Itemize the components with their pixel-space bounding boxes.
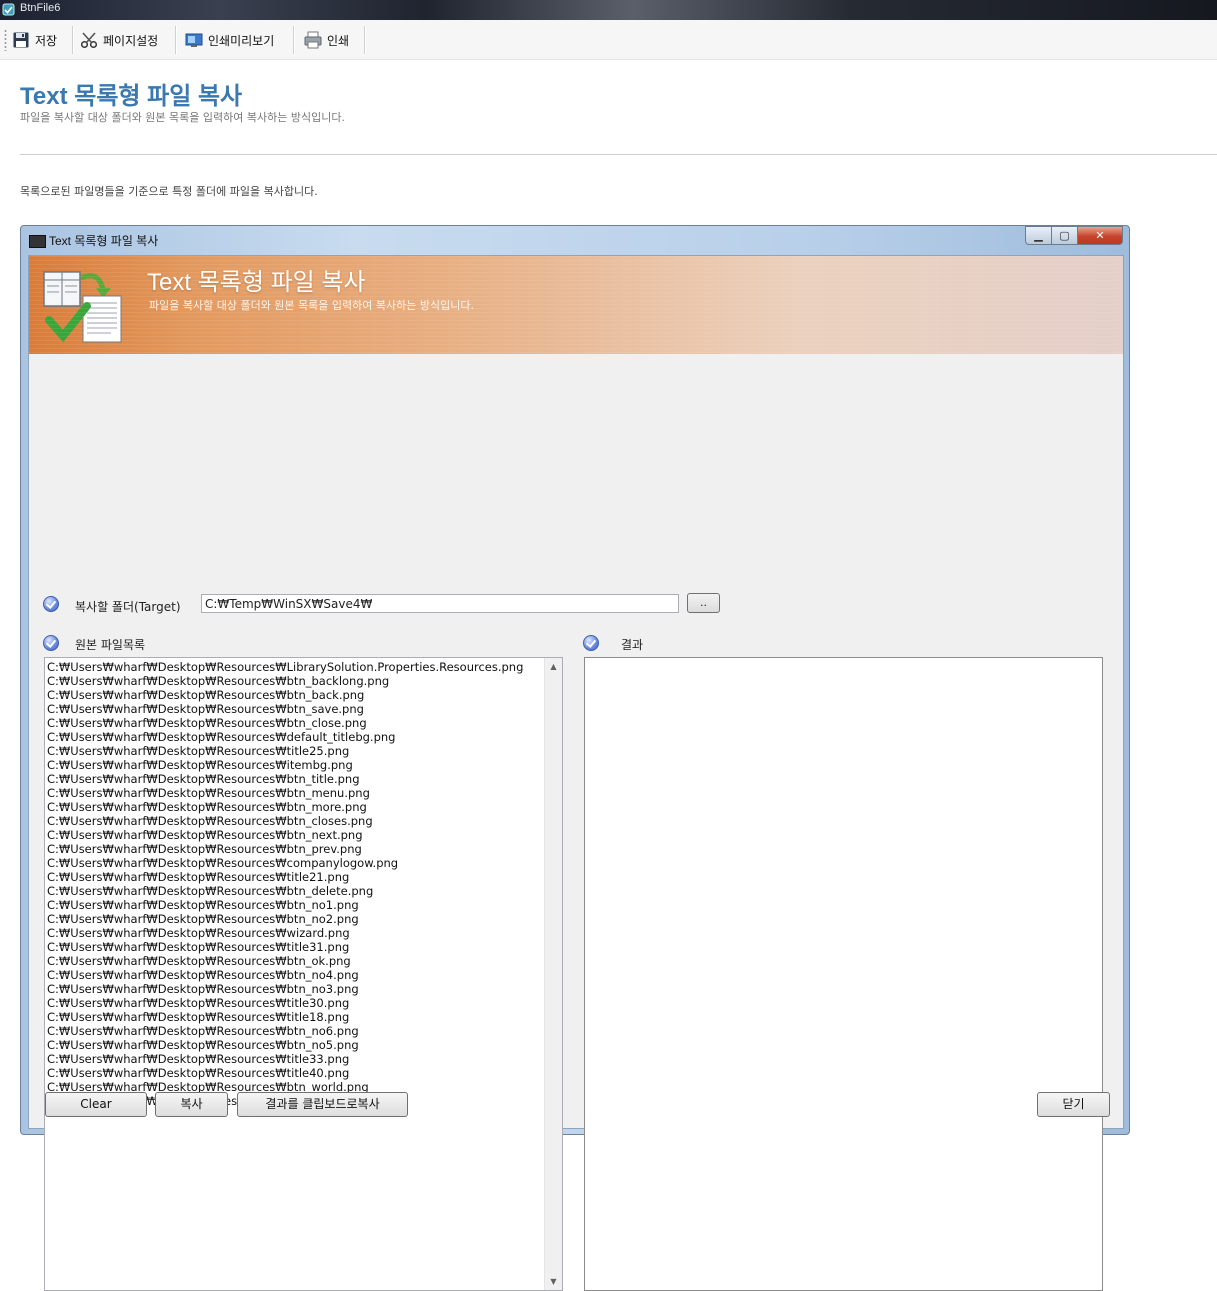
list-item[interactable]: C:₩Users₩wharf₩Desktop₩Resources₩btn_no6… (47, 1024, 523, 1038)
result-textbox[interactable] (584, 657, 1103, 1291)
scissors-icon (80, 32, 98, 49)
toolbar-grip[interactable] (4, 29, 7, 51)
print-label: 인쇄 (327, 33, 350, 48)
print-button[interactable]: 인쇄 (304, 28, 349, 52)
list-item[interactable]: C:₩Users₩wharf₩Desktop₩Resources₩btn_no4… (47, 968, 523, 982)
list-item[interactable]: C:₩Users₩wharf₩Desktop₩Resources₩btn_no3… (47, 982, 523, 996)
list-item[interactable]: C:₩Users₩wharf₩Desktop₩Resources₩company… (47, 856, 523, 870)
floppy-disk-icon (13, 32, 29, 48)
file-copy-check-icon (43, 271, 122, 343)
list-item[interactable]: C:₩Users₩wharf₩Desktop₩Resources₩title18… (47, 1010, 523, 1024)
banner-subtitle: 파일을 복사할 대상 폴더와 원본 목록을 입력하여 복사하는 방식입니다. (149, 299, 474, 312)
toolbar-separator (72, 26, 74, 54)
copy-button[interactable]: 복사 (155, 1092, 228, 1117)
result-label: 결과 (621, 638, 644, 652)
list-item[interactable]: C:₩Users₩wharf₩Desktop₩Resources₩itembg.… (47, 758, 523, 772)
source-file-lines[interactable]: C:₩Users₩wharf₩Desktop₩Resources₩Library… (47, 660, 523, 1108)
check-circle-icon (43, 635, 59, 651)
list-item[interactable]: C:₩Users₩wharf₩Desktop₩Resources₩title33… (47, 1052, 523, 1066)
copy-result-to-clipboard-button[interactable]: 결과를 클립보드로복사 (237, 1092, 408, 1117)
window-icon (29, 235, 46, 248)
print-preview-button[interactable]: 인쇄미리보기 (185, 28, 274, 52)
printer-icon (304, 31, 322, 49)
target-folder-input[interactable]: C:₩Temp₩WinSX₩Save4₩ (201, 594, 679, 613)
list-item[interactable]: C:₩Users₩wharf₩Desktop₩Resources₩btn_del… (47, 884, 523, 898)
app-title-bar: BtnFile6 (0, 0, 1217, 20)
list-item[interactable]: C:₩Users₩wharf₩Desktop₩Resources₩btn_no5… (47, 1038, 523, 1052)
list-item[interactable]: C:₩Users₩wharf₩Desktop₩Resources₩btn_no1… (47, 898, 523, 912)
clear-button[interactable]: Clear (45, 1092, 147, 1117)
list-item[interactable]: C:₩Users₩wharf₩Desktop₩Resources₩btn_tit… (47, 772, 523, 786)
toolbar-separator (175, 26, 177, 54)
window-title: Text 목록형 파일 복사 (49, 234, 159, 248)
save-button[interactable]: 저장 (12, 28, 57, 52)
list-item[interactable]: C:₩Users₩wharf₩Desktop₩Resources₩btn_clo… (47, 814, 523, 828)
check-circle-icon (583, 635, 599, 651)
list-item[interactable]: C:₩Users₩wharf₩Desktop₩Resources₩Library… (47, 660, 523, 674)
toolbar-separator (364, 26, 366, 54)
scroll-down-icon[interactable]: ▼ (545, 1273, 562, 1290)
window-client-area: Text 목록형 파일 복사 파일을 복사할 대상 폴더와 원본 목록을 입력하… (28, 255, 1124, 1291)
list-item[interactable]: C:₩Users₩wharf₩Desktop₩Resources₩wizard.… (47, 926, 523, 940)
list-item[interactable]: C:₩Users₩wharf₩Desktop₩Resources₩title31… (47, 940, 523, 954)
source-list-label: 원본 파일목록 (75, 638, 146, 652)
list-item[interactable]: C:₩Users₩wharf₩Desktop₩Resources₩btn_men… (47, 786, 523, 800)
source-list-scrollbar[interactable]: ▲ ▼ (544, 658, 562, 1290)
banner-title: Text 목록형 파일 복사 (147, 269, 366, 296)
target-folder-label: 복사할 폴더(Target) (75, 600, 181, 614)
page-description: 목록으로된 파일명들을 기준으로 특정 폴더에 파일을 복사합니다. (20, 185, 318, 198)
list-item[interactable]: C:₩Users₩wharf₩Desktop₩Resources₩default… (47, 730, 523, 744)
app-title: BtnFile6 (20, 2, 61, 14)
copy-window: Text 목록형 파일 복사 ▁ ▢ ✕ Text 목록형 파일 복사 파일을 … (20, 225, 1130, 1291)
list-item[interactable]: C:₩Users₩wharf₩Desktop₩Resources₩btn_pre… (47, 842, 523, 856)
browse-button[interactable]: .. (687, 593, 720, 613)
list-item[interactable]: C:₩Users₩wharf₩Desktop₩Resources₩title40… (47, 1066, 523, 1080)
page-setup-button[interactable]: 페이지설정 (80, 28, 158, 52)
list-item[interactable]: C:₩Users₩wharf₩Desktop₩Resources₩btn_bac… (47, 674, 523, 688)
list-item[interactable]: C:₩Users₩wharf₩Desktop₩Resources₩btn_mor… (47, 800, 523, 814)
maximize-icon: ▢ (1059, 229, 1070, 242)
app-icon (2, 3, 15, 16)
toolbar-separator (293, 26, 295, 54)
list-item[interactable]: C:₩Users₩wharf₩Desktop₩Resources₩btn_sav… (47, 702, 523, 716)
close-button[interactable]: 닫기 (1037, 1092, 1110, 1117)
minimize-button[interactable]: ▁ (1025, 226, 1052, 245)
save-label: 저장 (35, 33, 58, 48)
monitor-icon (185, 33, 203, 47)
close-window-button[interactable]: ✕ (1078, 226, 1123, 245)
page-title: Text 목록형 파일 복사 (20, 83, 243, 110)
window-controls: ▁ ▢ ✕ (1025, 226, 1123, 245)
list-item[interactable]: C:₩Users₩wharf₩Desktop₩Resources₩title30… (47, 996, 523, 1010)
list-item[interactable]: C:₩Users₩wharf₩Desktop₩Resources₩btn_ok.… (47, 954, 523, 968)
list-item[interactable]: C:₩Users₩wharf₩Desktop₩Resources₩btn_no2… (47, 912, 523, 926)
list-item[interactable]: C:₩Users₩wharf₩Desktop₩Resources₩btn_clo… (47, 716, 523, 730)
page-subtitle: 파일을 복사할 대상 폴더와 원본 목록을 입력하여 복사하는 방식입니다. (20, 111, 345, 124)
toolbar: 저장 페이지설정 인쇄미리보기 인쇄 (0, 20, 1217, 60)
list-item[interactable]: C:₩Users₩wharf₩Desktop₩Resources₩btn_nex… (47, 828, 523, 842)
scroll-up-icon[interactable]: ▲ (545, 658, 562, 675)
page-setup-label: 페이지설정 (103, 33, 159, 48)
close-icon: ✕ (1095, 229, 1105, 242)
list-item[interactable]: C:₩Users₩wharf₩Desktop₩Resources₩btn_bac… (47, 688, 523, 702)
source-file-list[interactable]: C:₩Users₩wharf₩Desktop₩Resources₩Library… (44, 657, 563, 1291)
maximize-button[interactable]: ▢ (1052, 226, 1078, 245)
banner: Text 목록형 파일 복사 파일을 복사할 대상 폴더와 원본 목록을 입력하… (29, 256, 1123, 354)
print-preview-label: 인쇄미리보기 (208, 33, 275, 48)
minimize-icon: ▁ (1034, 229, 1043, 242)
divider (20, 154, 1217, 155)
list-item[interactable]: C:₩Users₩wharf₩Desktop₩Resources₩title21… (47, 870, 523, 884)
check-circle-icon (43, 596, 59, 612)
list-item[interactable]: C:₩Users₩wharf₩Desktop₩Resources₩title25… (47, 744, 523, 758)
